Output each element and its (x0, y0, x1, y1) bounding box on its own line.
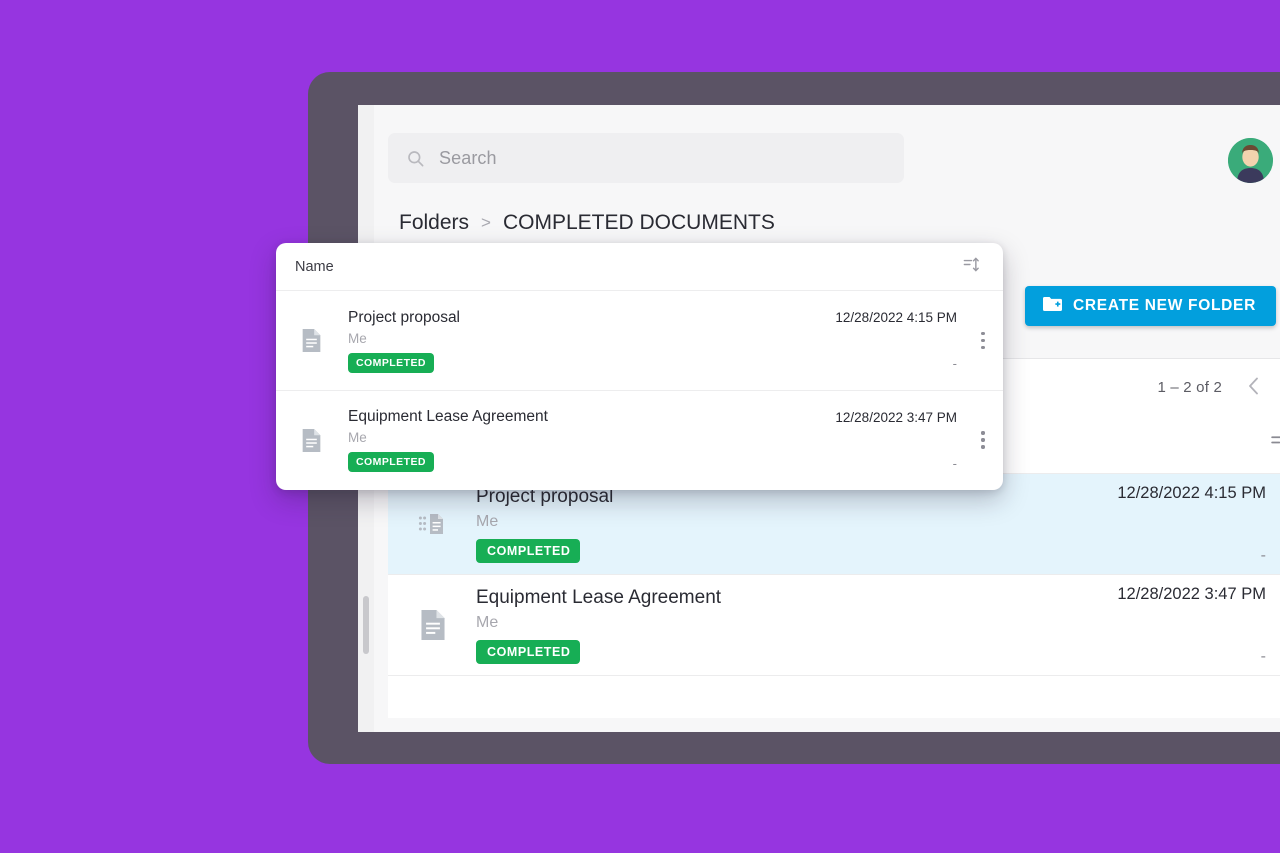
row-extra: - (1260, 546, 1266, 564)
chevron-left-icon[interactable] (1248, 377, 1259, 399)
user-avatar-icon (1228, 138, 1273, 183)
breadcrumb: Folders > COMPLETED DOCUMENTS (399, 211, 775, 235)
drag-card-row[interactable]: Project proposal Me COMPLETED 12/28/2022… (276, 291, 1003, 390)
document-drag-icon (412, 509, 454, 539)
status-badge: COMPLETED (348, 452, 434, 472)
row-owner: Me (348, 430, 367, 445)
document-icon (294, 329, 328, 352)
row-content: Equipment Lease Agreement Me COMPLETED (328, 408, 785, 472)
vertical-scrollbar-thumb[interactable] (363, 596, 369, 654)
row-content: Project proposal Me COMPLETED (328, 309, 785, 373)
row-menu-button[interactable] (963, 331, 1003, 350)
document-icon (412, 610, 454, 640)
drag-card-column-name: Name (295, 258, 334, 275)
sort-icon[interactable] (1269, 430, 1280, 460)
folder-plus-icon (1043, 296, 1062, 317)
row-extra: - (952, 356, 957, 371)
row-date: 12/28/2022 3:47 PM (835, 409, 957, 425)
row-meta: 12/28/2022 4:15 PM - (785, 310, 963, 371)
row-extra: - (952, 455, 957, 471)
drag-card-header: Name (276, 243, 1003, 291)
drag-preview-card[interactable]: Name Project proposal Me COMPLETED 12/28… (276, 243, 1003, 490)
kebab-icon (981, 431, 985, 449)
breadcrumb-item-current: COMPLETED DOCUMENTS (502, 211, 775, 234)
document-icon (294, 428, 328, 452)
search-placeholder: Search (439, 147, 497, 168)
row-content: Project proposal Me COMPLETED (454, 486, 1057, 563)
row-owner: Me (476, 512, 499, 530)
row-date: 12/28/2022 4:15 PM (835, 310, 957, 325)
row-date: 12/28/2022 3:47 PM (1117, 584, 1266, 603)
create-new-folder-button[interactable]: CREATE NEW FOLDER (1025, 286, 1276, 326)
status-badge: COMPLETED (476, 538, 581, 563)
status-badge: COMPLETED (476, 639, 581, 664)
breadcrumb-item-folders[interactable]: Folders (399, 211, 469, 235)
search-input[interactable]: Search (388, 133, 904, 183)
row-owner: Me (476, 613, 499, 631)
drag-card-row[interactable]: Equipment Lease Agreement Me COMPLETED 1… (276, 390, 1003, 489)
row-date: 12/28/2022 4:15 PM (1117, 483, 1266, 502)
table-footer (388, 676, 1280, 718)
table-row[interactable]: Equipment Lease Agreement Me COMPLETED 1… (388, 575, 1280, 676)
row-owner: Me (348, 330, 367, 346)
row-title: Equipment Lease Agreement (348, 408, 548, 425)
row-title: Project proposal (348, 308, 461, 326)
row-title: Equipment Lease Agreement (476, 586, 722, 608)
pagination-range: 1 – 2 of 2 (1157, 379, 1222, 396)
sort-icon[interactable] (962, 255, 981, 279)
kebab-icon (981, 331, 985, 350)
row-extra: - (1260, 647, 1266, 665)
row-menu-button[interactable] (963, 431, 1003, 449)
row-meta: 12/28/2022 3:47 PM - (785, 410, 963, 471)
search-icon (406, 149, 425, 168)
row-meta: 12/28/2022 4:15 PM - (1057, 484, 1272, 565)
row-meta: 12/28/2022 3:47 PM - (1057, 585, 1272, 666)
status-badge: COMPLETED (348, 352, 434, 373)
row-menu-button[interactable] (1272, 616, 1280, 633)
avatar[interactable] (1228, 138, 1273, 183)
row-content: Equipment Lease Agreement Me COMPLETED (454, 587, 1057, 664)
row-menu-button[interactable] (1272, 515, 1280, 532)
breadcrumb-separator-icon: > (481, 213, 491, 232)
create-new-folder-label: CREATE NEW FOLDER (1073, 297, 1256, 314)
